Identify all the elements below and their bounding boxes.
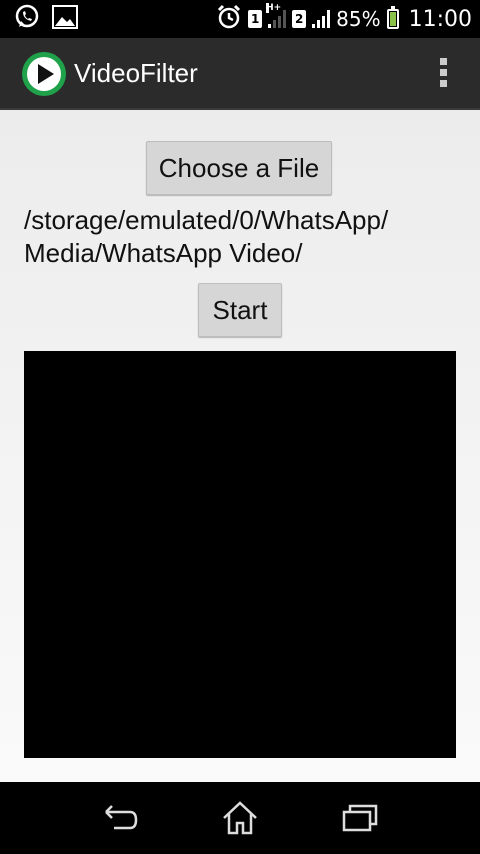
battery-percent: 85% [336,7,381,31]
sim1-icon: 1 [248,10,263,28]
status-bar: 1 H+ 2 85% 11:00 [0,0,480,38]
action-bar: VideoFilter [0,38,480,110]
app-title: VideoFilter [74,58,198,88]
app-logo-icon[interactable] [22,52,66,96]
signal-strength-sim1-icon: H+ [266,3,287,28]
sim2-icon: 2 [292,10,307,28]
notification-icons [14,4,78,34]
back-icon[interactable] [100,800,140,836]
whatsapp-icon [14,4,40,34]
network-type-label: H+ [266,3,282,13]
image-icon [52,5,78,33]
home-icon[interactable] [220,800,260,836]
signal-strength-sim2-icon [312,10,331,28]
recent-apps-icon[interactable] [340,800,380,836]
clock: 11:00 [408,6,472,32]
choose-file-button[interactable]: Choose a File [146,141,332,195]
start-button[interactable]: Start [198,283,282,337]
overflow-menu-icon[interactable] [440,58,448,87]
navigation-bar [0,782,480,854]
video-preview[interactable] [24,351,456,758]
status-indicators: 1 H+ 2 85% 11:00 [216,0,472,38]
battery-icon [386,6,399,29]
alarm-icon [216,4,242,35]
main-content: Choose a File /storage/emulated/0/WhatsA… [0,110,480,782]
selected-file-path: /storage/emulated/0/WhatsApp/ Media/What… [24,205,389,268]
